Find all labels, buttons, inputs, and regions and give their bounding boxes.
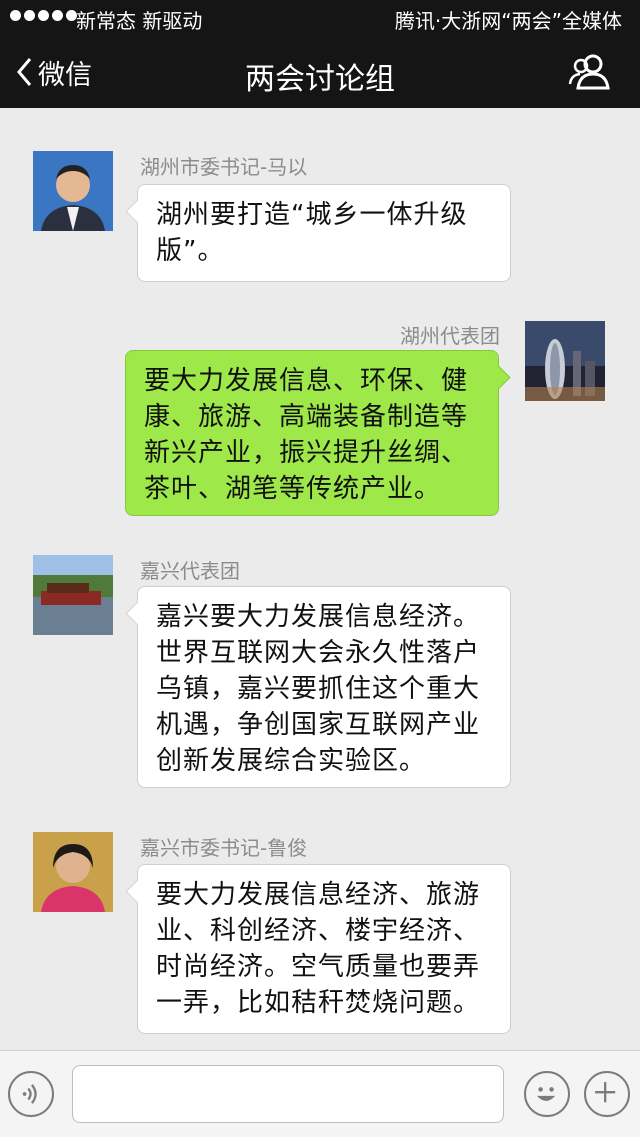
carrier-name: 新常态 新驱动: [76, 9, 203, 33]
signal-icon: [10, 10, 77, 21]
voice-icon[interactable]: [8, 1071, 54, 1117]
portrait-avatar[interactable]: [33, 151, 113, 231]
bubble-tail: [125, 601, 150, 626]
skyline-avatar[interactable]: [525, 321, 605, 401]
message-text: 嘉兴要大力发展信息经济。世界互联网大会永久性落户乌镇，嘉兴要抓住这个重大机遇，争…: [156, 602, 481, 776]
sender-name: 嘉兴市委书记-鲁俊: [140, 836, 308, 860]
page-title: 两会讨论组: [245, 62, 395, 97]
portrait-avatar[interactable]: [33, 832, 113, 912]
message-input[interactable]: [72, 1065, 504, 1123]
input-bar: [0, 1050, 640, 1137]
message-text: 要大力发展信息经济、旅游业、科创经济、楼宇经济、时尚经济。空气质量也要弄一弄，比…: [156, 880, 481, 1018]
message-bubble[interactable]: 嘉兴要大力发展信息经济。世界互联网大会永久性落户乌镇，嘉兴要抓住这个重大机遇，争…: [125, 586, 511, 788]
message-text: 湖州要打造“城乡一体升级版”。: [156, 200, 468, 266]
status-bar: 新常态 新驱动 腾讯·大浙网“两会”全媒体: [0, 0, 640, 36]
bubble-tail: [486, 365, 511, 390]
status-right-text: 腾讯·大浙网“两会”全媒体: [394, 9, 622, 33]
bubble-tail: [125, 879, 150, 904]
sender-name: 嘉兴代表团: [140, 559, 240, 583]
nav-bar: 微信 两会讨论组: [0, 40, 640, 108]
sender-name: 湖州代表团: [400, 324, 500, 348]
message-bubble[interactable]: 要大力发展信息经济、旅游业、科创经济、楼宇经济、时尚经济。空气质量也要弄一弄，比…: [125, 864, 511, 1034]
red-boat-avatar[interactable]: [33, 555, 113, 635]
sender-name: 湖州市委书记-马以: [140, 155, 308, 179]
message-bubble[interactable]: 湖州要打造“城乡一体升级版”。: [125, 184, 511, 282]
message-text: 要大力发展信息、环保、健康、旅游、高端装备制造等新兴产业，振兴提升丝绸、茶叶、湖…: [144, 366, 469, 504]
contacts-icon[interactable]: [568, 52, 612, 92]
emoji-icon[interactable]: [524, 1071, 570, 1117]
top-bar: 新常态 新驱动 腾讯·大浙网“两会”全媒体 微信 两会讨论组: [0, 0, 640, 108]
plus-icon[interactable]: [584, 1071, 630, 1117]
bubble-tail: [125, 199, 150, 224]
message-bubble[interactable]: 要大力发展信息、环保、健康、旅游、高端装备制造等新兴产业，振兴提升丝绸、茶叶、湖…: [125, 350, 511, 516]
